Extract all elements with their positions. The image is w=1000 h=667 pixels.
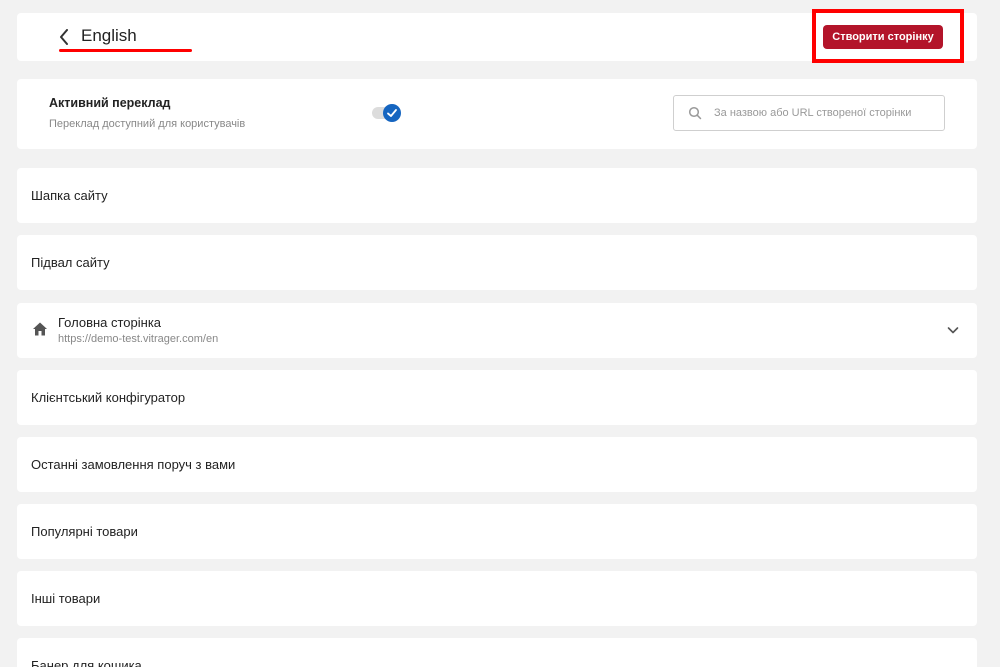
active-translation-title: Активний переклад [49, 96, 171, 110]
chevron-left-icon [60, 29, 68, 45]
list-item-home-page[interactable]: Головна сторінка https://demo-test.vitra… [17, 303, 977, 358]
search-input[interactable] [714, 103, 940, 123]
create-page-button[interactable]: Створити сторінку [823, 25, 943, 49]
active-translation-toggle[interactable] [372, 103, 402, 123]
list-item-other-products[interactable]: Інші товари [17, 571, 977, 626]
list-item-client-configurator[interactable]: Клієнтський конфігуратор [17, 370, 977, 425]
list-item-label: Підвал сайту [31, 255, 110, 270]
list-item-cart-banner[interactable]: Банер для кошика [17, 638, 977, 667]
list-item-label: Банер для кошика [31, 658, 142, 667]
page-url: https://demo-test.vitrager.com/en [58, 333, 219, 345]
home-icon [33, 322, 47, 336]
list-item-label: Клієнтський конфігуратор [31, 390, 186, 405]
list-item-recent-orders[interactable]: Останні замовлення поруч з вами [17, 437, 977, 492]
toggle-knob [383, 104, 401, 122]
list-item-label: Популярні товари [31, 524, 138, 539]
search-icon [688, 106, 702, 120]
list-item-popular-products[interactable]: Популярні товари [17, 504, 977, 559]
search-box[interactable] [673, 95, 945, 131]
page: English Створити сторінку Активний перек… [0, 0, 1000, 667]
translation-settings-card: Активний переклад Переклад доступний для… [17, 79, 977, 149]
check-icon [387, 109, 397, 117]
list-item-header[interactable]: Шапка сайту [17, 168, 977, 223]
active-translation-subtitle: Переклад доступний для користувачів [49, 118, 246, 130]
back-button[interactable] [57, 27, 71, 47]
title-underline-annotation [59, 49, 192, 52]
list-item-label: Шапка сайту [31, 188, 108, 203]
chevron-down-icon[interactable] [946, 323, 960, 337]
list-item-label: Головна сторінка [58, 315, 162, 330]
list-item-label: Останні замовлення поруч з вами [31, 457, 236, 472]
page-title: English [81, 26, 137, 45]
list-item-label: Інші товари [31, 591, 101, 606]
list-item-footer[interactable]: Підвал сайту [17, 235, 977, 290]
